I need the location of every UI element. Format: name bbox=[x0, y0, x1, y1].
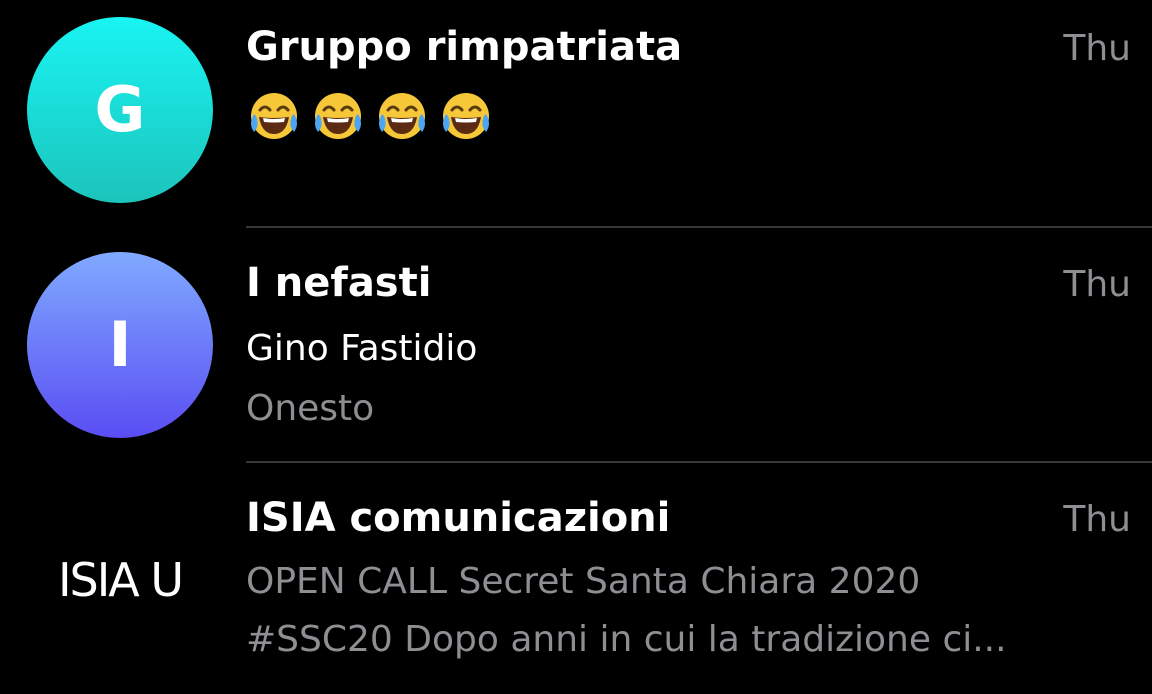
face-with-tears-of-joy-icon bbox=[251, 93, 297, 139]
avatar-letter: I bbox=[108, 308, 132, 381]
avatar[interactable]: I bbox=[27, 252, 213, 438]
chat-row-isia-comunicazioni[interactable]: ISIA U ISIA comunicazioni Thu OPEN CALL … bbox=[0, 463, 1152, 694]
face-with-tears-of-joy-icon bbox=[379, 93, 425, 139]
chat-list: G Gruppo rimpatriata Thu I I nefasti Thu… bbox=[0, 0, 1152, 694]
message-preview: Onesto bbox=[246, 388, 375, 429]
chat-date: Thu bbox=[1063, 499, 1131, 540]
face-with-tears-of-joy-icon bbox=[443, 93, 489, 139]
chat-row-gruppo-rimpatriata[interactable]: G Gruppo rimpatriata Thu bbox=[0, 0, 1152, 226]
message-preview bbox=[246, 86, 494, 142]
avatar[interactable]: ISIA U bbox=[27, 553, 213, 607]
chat-title: Gruppo rimpatriata bbox=[246, 24, 683, 70]
face-with-tears-of-joy-icon bbox=[315, 93, 361, 139]
chat-row-i-nefasti[interactable]: I I nefasti Thu Gino Fastidio Onesto bbox=[0, 228, 1152, 460]
message-sender: Gino Fastidio bbox=[246, 328, 478, 369]
message-preview-line-2: #SSC20 Dopo anni in cui la tradizione ci… bbox=[246, 619, 1007, 660]
avatar-letter: G bbox=[94, 73, 146, 146]
message-preview-line-1: OPEN CALL Secret Santa Chiara 2020 bbox=[246, 561, 921, 602]
chat-date: Thu bbox=[1063, 264, 1131, 305]
chat-date: Thu bbox=[1063, 28, 1131, 69]
avatar[interactable]: G bbox=[27, 17, 213, 203]
chat-title: ISIA comunicazioni bbox=[246, 495, 671, 541]
chat-title: I nefasti bbox=[246, 260, 432, 306]
